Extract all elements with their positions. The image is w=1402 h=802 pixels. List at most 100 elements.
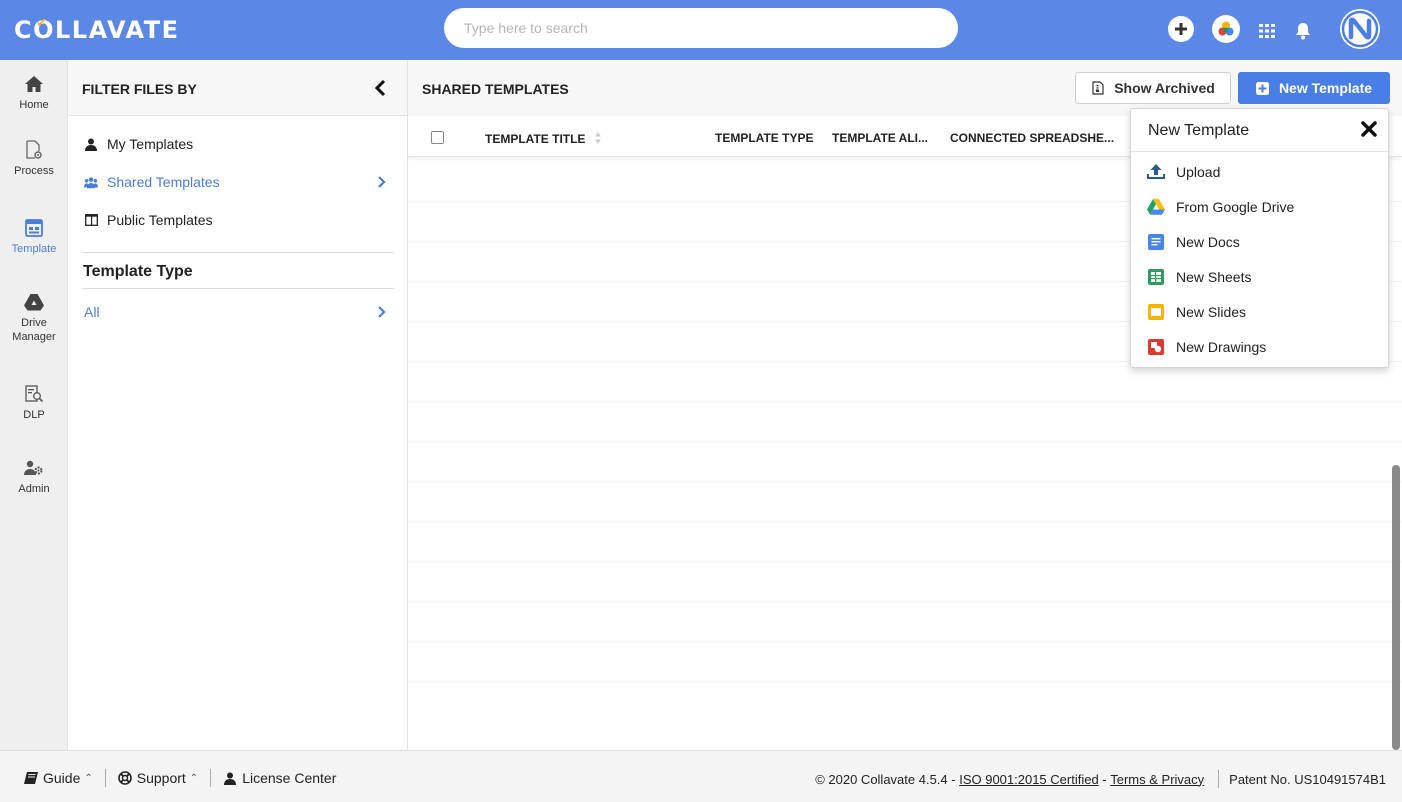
show-archived-button[interactable]: Show Archived bbox=[1075, 72, 1231, 104]
menu-item-new-docs[interactable]: New Docs bbox=[1147, 231, 1377, 253]
nav-admin-label: Admin bbox=[18, 483, 50, 495]
google-apps-icon[interactable] bbox=[1212, 15, 1240, 43]
patent-text: Patent No. US10491574B1 bbox=[1229, 771, 1386, 787]
column-template-title[interactable]: TEMPLATE TITLE bbox=[485, 131, 602, 146]
columns-icon bbox=[84, 213, 98, 227]
footer-links: Guide ⌃ Support ⌃ License Center bbox=[24, 769, 336, 787]
sort-icon bbox=[594, 132, 601, 144]
google-slides-icon bbox=[1147, 303, 1165, 321]
nav-home[interactable]: Home bbox=[0, 74, 68, 112]
menu-item-new-docs-label: New Docs bbox=[1176, 234, 1240, 250]
chevron-right-icon bbox=[378, 306, 386, 318]
google-drive-icon bbox=[1147, 198, 1165, 216]
menu-item-google-drive-label: From Google Drive bbox=[1176, 199, 1295, 215]
footer-legal: © 2020 Collavate 4.5.4 - ISO 9001:2015 C… bbox=[815, 770, 1386, 788]
scrollbar[interactable] bbox=[1392, 465, 1400, 750]
support-link[interactable]: Support ⌃ bbox=[117, 770, 199, 786]
guide-label: Guide bbox=[43, 770, 81, 786]
column-connected-spreadsheet[interactable]: CONNECTED SPREADSHE... bbox=[950, 131, 1114, 145]
nav-home-label: Home bbox=[19, 99, 49, 111]
add-icon[interactable] bbox=[1168, 16, 1194, 42]
row-divider bbox=[408, 441, 1402, 442]
menu-item-google-drive[interactable]: From Google Drive bbox=[1147, 196, 1377, 218]
lifebuoy-icon bbox=[117, 771, 132, 785]
divider bbox=[82, 252, 394, 253]
search-input[interactable] bbox=[444, 8, 958, 48]
row-divider bbox=[408, 601, 1402, 602]
menu-item-new-drawings-label: New Drawings bbox=[1176, 339, 1267, 355]
row-divider bbox=[408, 641, 1402, 642]
filter-shared-templates-label: Shared Templates bbox=[107, 174, 220, 190]
row-divider bbox=[408, 401, 1402, 402]
upload-icon bbox=[1147, 163, 1165, 181]
new-template-menu: New Template Upload From Google Drive Ne… bbox=[1130, 108, 1389, 368]
guide-link[interactable]: Guide ⌃ bbox=[24, 770, 93, 786]
column-template-type[interactable]: TEMPLATE TYPE bbox=[715, 131, 813, 145]
terms-privacy-link[interactable]: Terms & Privacy bbox=[1110, 772, 1204, 787]
iso-link[interactable]: ISO 9001:2015 Certified bbox=[959, 772, 1098, 787]
book-icon bbox=[24, 771, 38, 785]
menu-item-new-drawings[interactable]: New Drawings bbox=[1147, 336, 1377, 358]
filter-my-templates-label: My Templates bbox=[107, 136, 194, 152]
page-title: SHARED TEMPLATES bbox=[422, 81, 569, 97]
divider bbox=[82, 288, 394, 289]
row-divider bbox=[408, 561, 1402, 562]
menu-title: New Template bbox=[1148, 122, 1250, 139]
nav-process[interactable]: Process bbox=[0, 140, 68, 178]
separator bbox=[104, 769, 106, 787]
chevron-up-icon: ⌃ bbox=[84, 772, 93, 784]
chevron-right-icon bbox=[378, 176, 386, 188]
show-archived-label: Show Archived bbox=[1114, 80, 1215, 96]
filter-shared-templates[interactable]: Shared Templates bbox=[84, 171, 394, 193]
nav-template[interactable]: Template bbox=[0, 218, 68, 256]
filter-public-templates-label: Public Templates bbox=[107, 212, 213, 228]
row-divider bbox=[408, 681, 1402, 682]
row-divider bbox=[408, 521, 1402, 522]
license-center-label: License Center bbox=[242, 770, 337, 786]
row-divider bbox=[408, 481, 1402, 482]
users-icon bbox=[84, 175, 98, 189]
google-docs-icon bbox=[1147, 233, 1165, 251]
collapse-panel-icon[interactable] bbox=[372, 78, 390, 98]
logo[interactable]: ✔ COLLAVATE bbox=[14, 12, 179, 48]
filter-type-all[interactable]: All bbox=[84, 301, 394, 323]
nav-dlp-label: DLP bbox=[23, 409, 45, 421]
user-icon bbox=[223, 771, 237, 785]
drive-icon bbox=[24, 292, 44, 312]
menu-item-new-slides-label: New Slides bbox=[1176, 304, 1247, 320]
nav-admin[interactable]: Admin bbox=[0, 458, 68, 496]
top-bar: ✔ COLLAVATE bbox=[0, 0, 1402, 60]
archive-file-icon bbox=[1091, 81, 1105, 95]
notification-bell-icon[interactable] bbox=[1293, 17, 1313, 45]
avatar[interactable] bbox=[1340, 9, 1380, 49]
close-icon[interactable] bbox=[1360, 120, 1378, 138]
user-icon bbox=[84, 137, 98, 151]
dash-text: - bbox=[1098, 771, 1111, 787]
left-navigation: Home Process Template Drive Manager DLP … bbox=[0, 60, 68, 750]
footer: Guide ⌃ Support ⌃ License Center © 2020 … bbox=[0, 750, 1402, 802]
new-template-label: New Template bbox=[1278, 80, 1373, 96]
nav-drive-manager[interactable]: Drive Manager bbox=[0, 292, 68, 344]
google-sheets-icon bbox=[1147, 268, 1165, 286]
filter-header: FILTER FILES BY bbox=[68, 60, 407, 116]
home-icon bbox=[24, 74, 44, 94]
nav-drive-manager-label: Drive Manager bbox=[12, 317, 56, 343]
menu-item-new-slides[interactable]: New Slides bbox=[1147, 301, 1377, 323]
menu-item-upload-label: Upload bbox=[1176, 164, 1221, 180]
select-all-checkbox[interactable] bbox=[431, 131, 444, 144]
menu-item-upload[interactable]: Upload bbox=[1147, 161, 1377, 183]
license-center-link[interactable]: License Center bbox=[223, 770, 336, 786]
apps-grid-icon[interactable] bbox=[1256, 17, 1278, 45]
filter-panel: FILTER FILES BY My Templates Shared Temp… bbox=[68, 60, 408, 750]
filter-my-templates[interactable]: My Templates bbox=[84, 133, 394, 155]
nav-dlp[interactable]: DLP bbox=[0, 384, 68, 422]
process-icon bbox=[24, 140, 44, 160]
separator bbox=[210, 769, 212, 787]
chevron-up-icon: ⌃ bbox=[189, 772, 199, 784]
google-drawings-icon bbox=[1147, 338, 1165, 356]
column-template-alias[interactable]: TEMPLATE ALI... bbox=[832, 131, 928, 145]
menu-header: New Template bbox=[1131, 109, 1388, 152]
filter-public-templates[interactable]: Public Templates bbox=[84, 209, 394, 231]
new-template-button[interactable]: New Template bbox=[1238, 72, 1390, 104]
menu-item-new-sheets[interactable]: New Sheets bbox=[1147, 266, 1377, 288]
